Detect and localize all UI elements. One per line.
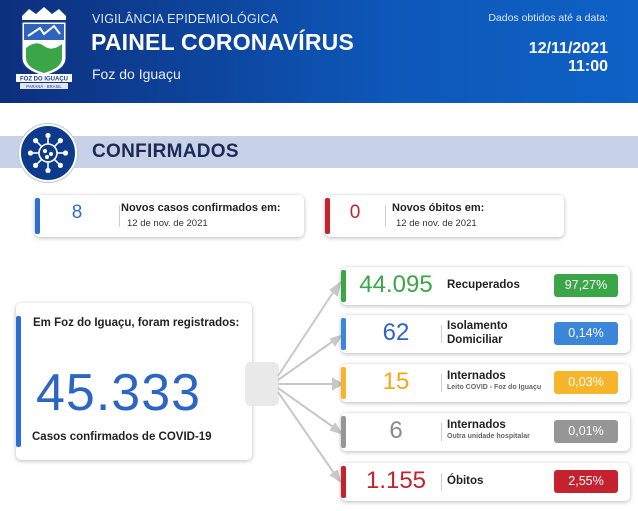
stat-percent: 0,03% bbox=[554, 371, 618, 394]
stat-value: 6 bbox=[389, 417, 403, 444]
stat-percent: 0,14% bbox=[554, 322, 618, 345]
stat-home-isolation: 62 Isolamento Domiciliar 0,14% bbox=[341, 315, 630, 353]
stat-accent bbox=[341, 466, 346, 498]
stat-accent bbox=[341, 318, 346, 350]
stat-label: Isolamento bbox=[447, 320, 508, 332]
stat-percent: 97,27% bbox=[554, 274, 618, 297]
stat-hospitalized-covid: 15 Internados Leito COVID - Foz do Iguaç… bbox=[341, 364, 630, 402]
stat-recovered: 44.095 Recuperados 97,27% bbox=[341, 267, 630, 305]
stat-value: 62 bbox=[382, 319, 410, 346]
stat-label-sub: Leito COVID - Foz do Iguaçu bbox=[447, 384, 542, 391]
stat-accent bbox=[341, 367, 346, 399]
stat-label: Óbitos bbox=[447, 475, 484, 487]
stat-label-2: Domiciliar bbox=[447, 334, 503, 346]
stat-label-sub: Outra unidade hospitalar bbox=[447, 433, 530, 440]
stat-percent: 2,55% bbox=[554, 470, 618, 493]
stat-accent bbox=[341, 270, 346, 302]
stat-percent: 0,01% bbox=[554, 420, 618, 443]
stat-value: 15 bbox=[382, 368, 410, 395]
stat-accent bbox=[341, 416, 346, 448]
stat-deaths: 1.155 Óbitos 2,55% bbox=[341, 463, 630, 501]
stat-label: Internados bbox=[447, 370, 506, 382]
stat-value: 1.155 bbox=[365, 467, 427, 494]
stat-label: Internados bbox=[447, 419, 506, 431]
stat-value: 44.095 bbox=[359, 271, 433, 298]
stat-label: Recuperados bbox=[447, 279, 520, 291]
stat-hospitalized-other: 6 Internados Outra unidade hospitalar 0,… bbox=[341, 413, 630, 451]
